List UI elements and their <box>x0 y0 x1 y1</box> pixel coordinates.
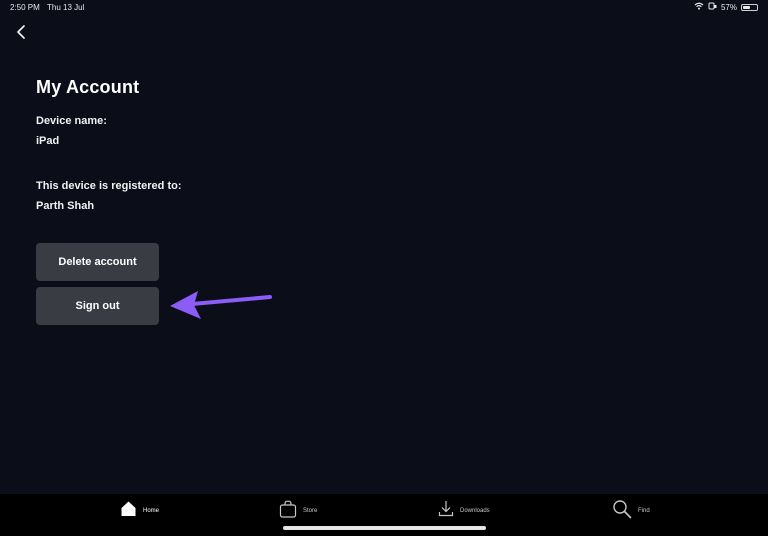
tab-bar: Home Store Downloads Find <box>0 494 768 536</box>
registered-to-label: This device is registered to: <box>36 180 182 192</box>
home-indicator[interactable] <box>283 526 486 530</box>
status-indicators: 57% <box>694 2 758 12</box>
tab-find[interactable]: Find <box>612 499 650 524</box>
battery-level <box>743 5 750 9</box>
device-name-value: iPad <box>36 135 60 147</box>
tab-find-label: Find <box>638 508 650 514</box>
back-button[interactable] <box>12 22 32 42</box>
delete-account-button[interactable]: Delete account <box>36 243 159 281</box>
wifi-icon <box>694 2 704 12</box>
tab-downloads[interactable]: Downloads <box>438 500 490 522</box>
tab-home[interactable]: Home <box>120 500 159 522</box>
battery-icon <box>741 3 758 11</box>
tab-store-label: Store <box>303 508 318 514</box>
battery-percent: 57% <box>720 2 737 12</box>
download-icon <box>438 500 454 522</box>
registered-to-value: Parth Shah <box>36 200 95 212</box>
page-title: My Account <box>36 77 140 97</box>
account-screen: 2:50 PM Thu 13 Jul 57% My Account Device… <box>0 0 768 536</box>
device-name-label: Device name: <box>36 115 107 127</box>
chevron-left-icon <box>12 25 32 46</box>
search-icon <box>612 499 632 524</box>
status-bar: 2:50 PM Thu 13 Jul 57% <box>0 0 768 16</box>
home-icon <box>120 500 137 522</box>
status-time: 2:50 PM <box>10 3 40 12</box>
tab-home-label: Home <box>143 508 160 514</box>
lock-rotation-icon <box>708 2 717 12</box>
status-date: Thu 13 Jul <box>47 3 85 12</box>
shopping-bag-icon <box>279 500 297 523</box>
annotation-arrow <box>168 288 274 322</box>
sign-out-button[interactable]: Sign out <box>36 287 159 325</box>
tab-store[interactable]: Store <box>279 500 317 522</box>
tab-downloads-label: Downloads <box>460 508 490 514</box>
